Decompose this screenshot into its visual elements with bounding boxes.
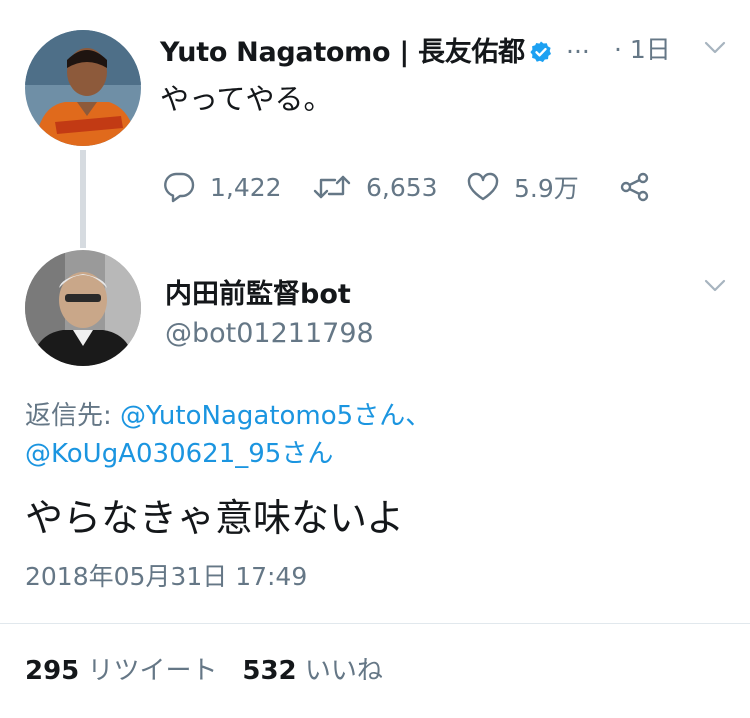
stats-divider <box>0 623 750 624</box>
name-truncation: ... <box>566 30 590 59</box>
like-stat[interactable]: 532 いいね <box>242 656 383 686</box>
share-icon <box>620 172 649 202</box>
retweet-label: リツイート <box>87 656 218 686</box>
like-icon <box>467 172 499 201</box>
retweet-total: 295 <box>25 656 80 686</box>
retweet-icon <box>313 175 351 199</box>
tweet-time[interactable]: · 1日 <box>614 30 671 66</box>
like-button[interactable]: 5.9万 <box>466 170 579 204</box>
author-name-uchida-bot[interactable]: 内田前監督bot <box>165 272 351 311</box>
retweet-button[interactable]: 6,653 <box>312 170 438 204</box>
author-name-text: Yuto Nagatomo | 長友佑都 <box>160 37 525 68</box>
thread-connector-line <box>80 150 86 248</box>
reply-count: 1,422 <box>210 172 282 202</box>
retweet-stat[interactable]: 295 リツイート <box>25 656 218 686</box>
like-total: 532 <box>242 656 297 686</box>
engagement-stats: 295 リツイート 532 いいね <box>25 650 383 687</box>
reply-tweet-text: やらなきゃ意味ないよ <box>25 496 405 540</box>
reply-to-prefix: 返信先: <box>25 401 121 431</box>
chevron-down-icon[interactable] <box>703 278 727 298</box>
verified-badge-icon <box>529 40 553 71</box>
tweet-text: やってやる。 <box>160 82 333 116</box>
reply-button[interactable]: 1,422 <box>162 170 282 204</box>
retweet-count: 6,653 <box>366 172 438 202</box>
author-name-nagatomo[interactable]: Yuto Nagatomo | 長友佑都 <box>160 30 553 71</box>
chevron-down-icon[interactable] <box>703 40 727 60</box>
reply-mention-kouga[interactable]: @KoUgA030621_95さん <box>25 435 333 473</box>
avatar-nagatomo[interactable] <box>25 30 141 146</box>
share-button[interactable] <box>618 170 666 204</box>
like-label: いいね <box>304 656 383 686</box>
avatar-uchida-bot[interactable] <box>25 250 141 366</box>
author-handle[interactable]: @bot01211798 <box>165 318 374 349</box>
reply-timestamp: 2018年05月31日 17:49 <box>25 562 308 591</box>
reply-icon <box>164 172 195 203</box>
like-count: 5.9万 <box>514 174 579 203</box>
reply-to-line: 返信先: @YutoNagatomo5さん、 <box>25 397 431 435</box>
reply-mention-nagatomo[interactable]: @YutoNagatomo5さん、 <box>120 401 431 431</box>
